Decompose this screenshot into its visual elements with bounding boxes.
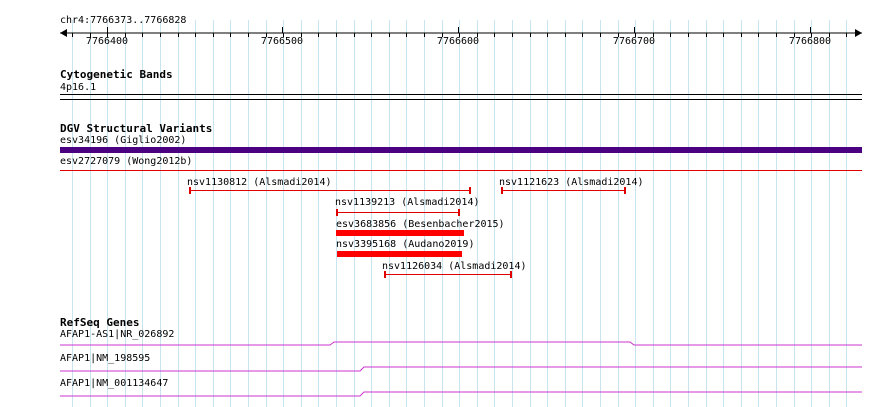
cytoband-bar[interactable] [60,94,862,100]
ruler-right-arrow-icon [855,29,862,37]
transcript-label: AFAP1|NM_001134647 [60,378,169,389]
transcript-line [60,391,862,397]
variant-label: esv34196 (Giglio2002) [60,135,187,146]
ruler-tick-label: 7766400 [86,36,128,47]
variant-line-esv2727079[interactable] [60,170,862,171]
variant-bracket-nsv1139213[interactable] [336,209,460,216]
transcript-AFAP1-NM_198595[interactable] [60,366,862,372]
track-title-refseq: RefSeq Genes [60,316,140,329]
variant-label: nsv1139213 (Alsmadi2014) [335,197,480,208]
variant-bar-esv3683856[interactable] [336,230,464,236]
transcript-label: AFAP1|NM_198595 [60,353,151,364]
transcript-line [60,366,862,372]
ruler-tick-label: 7766600 [437,36,479,47]
transcript-AFAP1-AS1[interactable] [60,340,862,346]
ruler-tick-label: 7766700 [613,36,655,47]
track-title-cytoband: Cytogenetic Bands [60,68,173,81]
ruler-scale[interactable]: 7766400 7766500 7766600 7766700 7766800 [0,0,890,60]
transcript-AFAP1-NM_001134647[interactable] [60,391,862,397]
variant-bracket-nsv1130812[interactable] [189,187,471,194]
variant-bar-nsv3395168[interactable] [337,251,462,257]
ruler-tick-label: 7766800 [789,36,831,47]
variant-bar-esv34196[interactable] [60,147,862,153]
ruler-left-arrow-icon [60,29,67,37]
variant-bracket-nsv1126034[interactable] [384,271,512,278]
transcript-line [60,341,862,346]
cytoband-label: 4p16.1 [60,82,97,93]
track-title-dgv: DGV Structural Variants [60,122,213,135]
variant-label: esv2727079 (Wong2012b) [60,156,193,167]
variant-bracket-nsv1121623[interactable] [501,187,626,194]
variant-label: nsv3395168 (Audano2019) [336,239,475,250]
ruler-tick-label: 7766500 [261,36,303,47]
